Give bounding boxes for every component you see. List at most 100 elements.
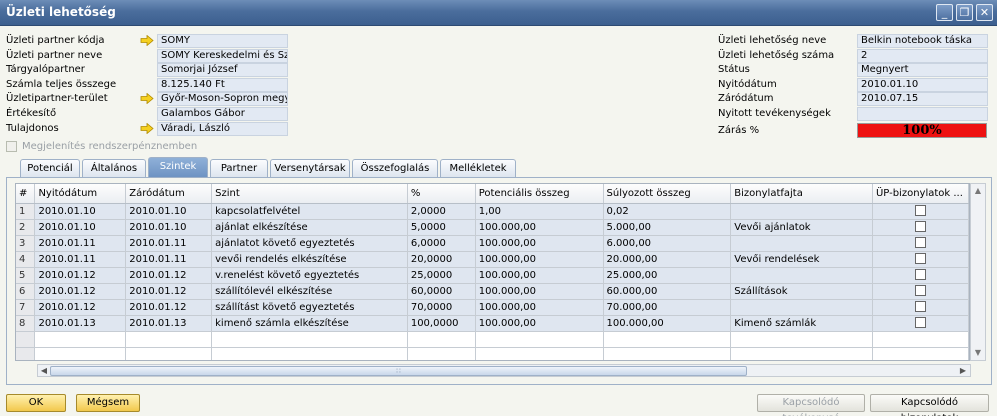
table-cell[interactable]: 70.000,00 bbox=[603, 299, 732, 316]
table-row[interactable]: 7 2010.01.12 2010.01.12 szállítást követő e… bbox=[16, 299, 969, 316]
related-documents-button[interactable]: Kapcsolódó bizonylatok bbox=[870, 394, 989, 416]
table-cell[interactable] bbox=[730, 331, 873, 348]
table-cell[interactable]: szállítást követő egyeztetés bbox=[211, 299, 408, 316]
right-field-value[interactable]: Megnyert bbox=[857, 63, 988, 78]
right-field-value[interactable]: 2010.01.10 bbox=[857, 77, 988, 92]
column-header[interactable]: Záródátum bbox=[125, 184, 213, 204]
scroll-left-icon[interactable]: ◀ bbox=[39, 365, 49, 376]
table-row[interactable]: 6 2010.01.12 2010.01.12 szállítólevél elkés… bbox=[16, 283, 969, 300]
left-field-value[interactable]: Győr-Moson-Sopron megye bbox=[157, 92, 288, 107]
table-cell[interactable]: 2010.01.10 bbox=[125, 203, 213, 220]
table-row[interactable]: 3 2010.01.11 2010.01.11 ajánlatot követő eg… bbox=[16, 235, 969, 252]
table-cell[interactable]: 25.000,00 bbox=[603, 267, 732, 284]
left-field-value[interactable]: Galambos Gábor bbox=[157, 107, 288, 121]
table-cell[interactable] bbox=[475, 331, 604, 348]
table-row[interactable]: 8 2010.01.13 2010.01.13 kimenő számla elkés… bbox=[16, 315, 969, 332]
link-arrow-icon[interactable] bbox=[140, 93, 154, 105]
table-cell[interactable]: ajánlatot követő egyeztetés bbox=[211, 235, 408, 252]
table-cell[interactable]: 6.000,00 bbox=[603, 235, 732, 252]
table-cell[interactable] bbox=[125, 331, 213, 348]
table-cell[interactable]: Vevői rendelések bbox=[730, 251, 873, 268]
row-checkbox[interactable] bbox=[914, 253, 926, 265]
table-cell[interactable] bbox=[211, 347, 408, 360]
table-cell[interactable]: 2010.01.12 bbox=[125, 283, 213, 300]
table-cell[interactable]: 100.000,00 bbox=[475, 267, 604, 284]
row-checkbox[interactable] bbox=[914, 205, 926, 217]
column-header[interactable]: % bbox=[407, 184, 476, 204]
left-field-value[interactable]: Váradi, László bbox=[157, 121, 288, 136]
link-arrow-icon[interactable] bbox=[140, 122, 154, 134]
horizontal-scroll-thumb[interactable]: ∷ bbox=[50, 366, 747, 376]
row-checkbox[interactable] bbox=[914, 317, 926, 329]
table-cell[interactable]: 0,02 bbox=[603, 203, 732, 220]
related-activities-button[interactable]: Kapcsolódó tevékenysé bbox=[757, 394, 865, 416]
table-cell[interactable]: 2010.01.12 bbox=[125, 299, 213, 316]
column-header[interactable]: Potenciális összeg bbox=[475, 184, 604, 204]
table-cell[interactable]: 100.000,00 bbox=[475, 219, 604, 236]
table-cell[interactable]: 2010.01.10 bbox=[125, 219, 213, 236]
table-cell[interactable] bbox=[125, 347, 213, 360]
table-cell[interactable]: 2010.01.11 bbox=[125, 235, 213, 252]
table-cell[interactable] bbox=[730, 299, 873, 316]
table-cell[interactable]: kimenő számla elkészítése bbox=[211, 315, 408, 332]
row-checkbox-cell[interactable] bbox=[872, 235, 969, 252]
table-row[interactable]: 2 2010.01.10 2010.01.10 ajánlat elkészítése… bbox=[16, 219, 969, 236]
table-cell[interactable]: 60,0000 bbox=[407, 283, 476, 300]
table-cell[interactable] bbox=[872, 347, 969, 360]
table-cell[interactable]: v.renelést követő egyeztetés bbox=[211, 267, 408, 284]
column-header[interactable]: Bizonylatfajta bbox=[730, 184, 873, 204]
table-cell[interactable]: 6,0000 bbox=[407, 235, 476, 252]
ok-button[interactable]: OK bbox=[6, 394, 66, 412]
table-cell[interactable]: 20,0000 bbox=[407, 251, 476, 268]
tab-6[interactable]: Összefoglalás bbox=[352, 159, 438, 177]
table-cell[interactable]: 2010.01.13 bbox=[125, 315, 213, 332]
minimize-icon[interactable]: _ bbox=[936, 4, 953, 21]
row-checkbox-cell[interactable] bbox=[872, 299, 969, 316]
left-field-value[interactable]: SOMY Kereskedelmi és Szolg bbox=[157, 48, 288, 63]
table-cell[interactable]: 5,0000 bbox=[407, 219, 476, 236]
table-cell[interactable]: szállítólevél elkészítése bbox=[211, 283, 408, 300]
left-field-value[interactable]: Somorjai József bbox=[157, 63, 288, 78]
tab-4[interactable]: Partner bbox=[210, 159, 268, 177]
table-cell[interactable] bbox=[603, 347, 732, 360]
table-cell[interactable]: 2010.01.10 bbox=[34, 203, 127, 220]
table-cell[interactable] bbox=[730, 203, 873, 220]
table-cell[interactable]: 100.000,00 bbox=[475, 235, 604, 252]
table-cell[interactable]: 70,0000 bbox=[407, 299, 476, 316]
tab-3[interactable]: Szintek bbox=[148, 157, 208, 177]
row-checkbox-cell[interactable] bbox=[872, 219, 969, 236]
table-cell[interactable] bbox=[730, 235, 873, 252]
restore-icon[interactable]: ❐ bbox=[956, 4, 973, 21]
table-cell[interactable]: 100.000,00 bbox=[475, 299, 604, 316]
scroll-right-icon[interactable]: ▶ bbox=[958, 365, 968, 376]
table-cell[interactable]: 2010.01.12 bbox=[34, 299, 127, 316]
table-cell[interactable] bbox=[407, 331, 476, 348]
table-cell[interactable] bbox=[475, 347, 604, 360]
table-cell[interactable] bbox=[34, 347, 127, 360]
table-cell[interactable]: Szállítások bbox=[730, 283, 873, 300]
table-cell[interactable]: 100.000,00 bbox=[475, 251, 604, 268]
right-field-value[interactable] bbox=[857, 107, 988, 121]
row-checkbox[interactable] bbox=[914, 285, 926, 297]
row-checkbox[interactable] bbox=[914, 301, 926, 313]
table-row[interactable]: 4 2010.01.11 2010.01.11 vevői rendelés elké… bbox=[16, 251, 969, 268]
row-checkbox-cell[interactable] bbox=[872, 251, 969, 268]
table-cell[interactable]: 2010.01.13 bbox=[34, 315, 127, 332]
table-cell[interactable]: 1,00 bbox=[475, 203, 604, 220]
column-header[interactable]: ÜP-bizonylatok ... bbox=[872, 184, 969, 204]
tab-1[interactable]: Potenciál bbox=[20, 159, 80, 177]
right-field-value[interactable]: 2 bbox=[857, 48, 988, 63]
table-cell[interactable]: 2010.01.10 bbox=[34, 219, 127, 236]
table-cell[interactable]: Vevői ajánlatok bbox=[730, 219, 873, 236]
column-header[interactable]: Súlyozott összeg bbox=[603, 184, 732, 204]
table-cell[interactable]: vevői rendelés elkészítése bbox=[211, 251, 408, 268]
table-cell[interactable]: 2010.01.12 bbox=[125, 267, 213, 284]
table-cell[interactable]: 20.000,00 bbox=[603, 251, 732, 268]
cancel-button[interactable]: Mégsem bbox=[76, 394, 140, 412]
table-cell[interactable]: 2010.01.11 bbox=[125, 251, 213, 268]
table-cell[interactable] bbox=[603, 331, 732, 348]
row-checkbox[interactable] bbox=[914, 269, 926, 281]
table-cell[interactable] bbox=[211, 331, 408, 348]
table-cell[interactable]: 100,0000 bbox=[407, 315, 476, 332]
row-checkbox[interactable] bbox=[914, 221, 926, 233]
